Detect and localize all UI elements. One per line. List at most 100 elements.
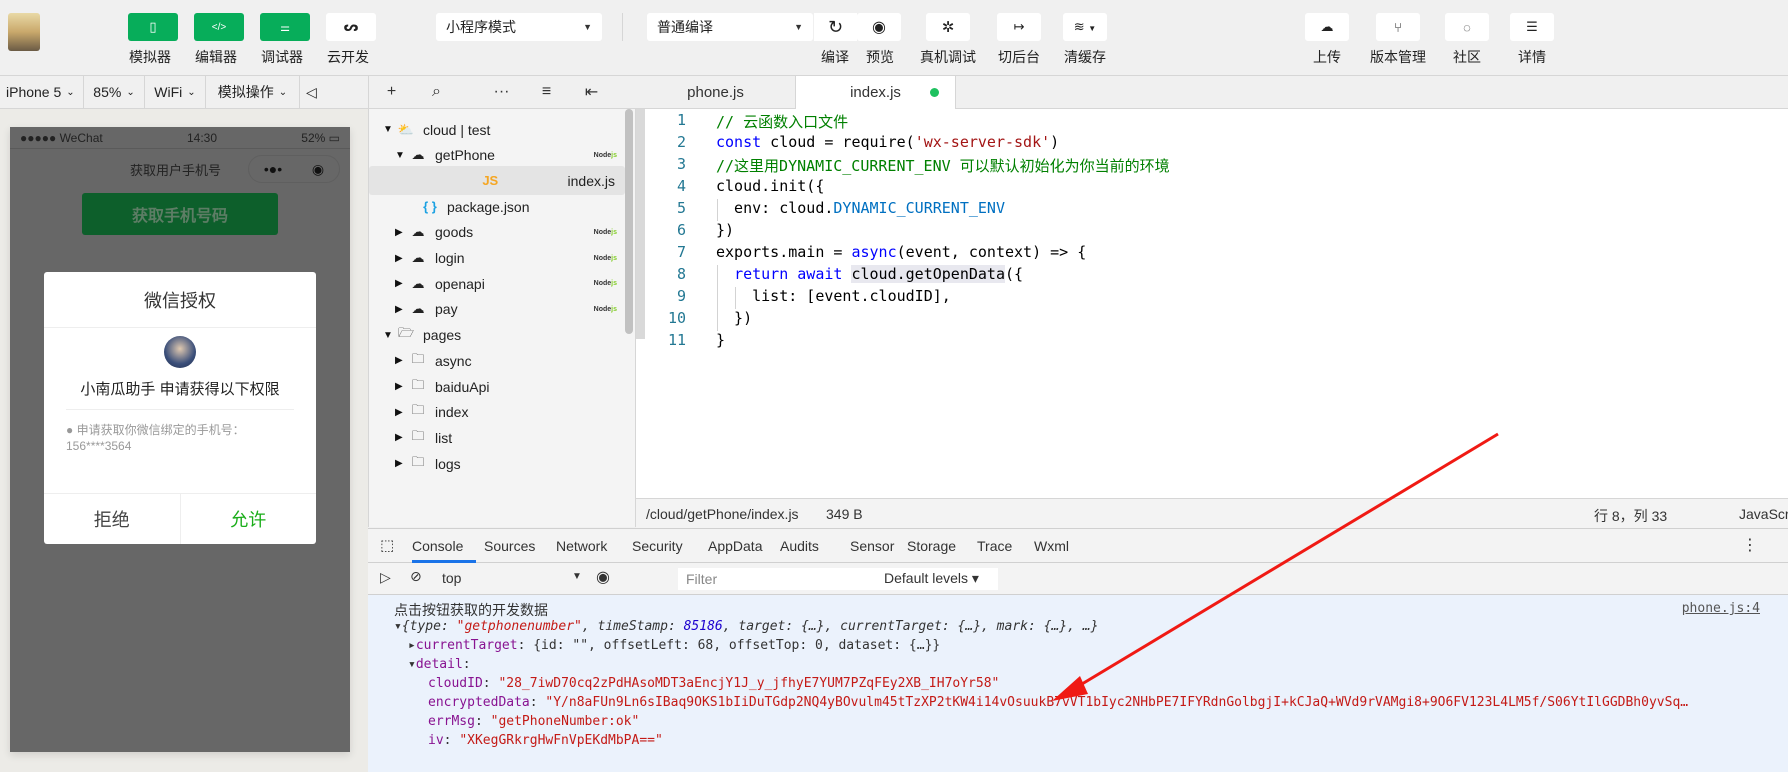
cloud-function-icon: ☁	[411, 275, 425, 291]
tree-item[interactable]: { } package.json	[369, 192, 625, 221]
detail-row[interactable]: ▾detail:	[408, 657, 471, 672]
allow-button[interactable]: 允许	[181, 494, 317, 544]
remote-debug-button[interactable]: ✲	[926, 13, 970, 41]
devtools-tab-sources[interactable]: Sources	[484, 538, 535, 554]
devtools-tab-security[interactable]: Security	[632, 538, 683, 554]
upload-button[interactable]: ☁	[1305, 13, 1349, 41]
compile-button[interactable]: ↻	[814, 13, 857, 41]
toggle-sidebar-icon[interactable]: ⇤	[569, 82, 614, 102]
simulate-ops-select[interactable]: 模拟操作 ⌄	[206, 75, 300, 109]
search-icon[interactable]: ⌕	[414, 83, 459, 101]
tree-item[interactable]: ▶ 🗀 async	[369, 346, 625, 375]
caret-right-icon[interactable]: ▶	[395, 432, 407, 443]
community-button[interactable]: ◌	[1445, 13, 1489, 41]
devtools-tab-console[interactable]: Console	[412, 538, 463, 554]
caret-right-icon[interactable]: ▶	[395, 227, 407, 238]
close-circle-icon[interactable]: ◉	[312, 161, 324, 178]
eye-icon[interactable]: ◉	[596, 567, 610, 587]
code-line[interactable]: }	[716, 331, 725, 349]
tree-item[interactable]: JS index.js	[369, 166, 625, 196]
compile-mode-select[interactable]: 普通编译 ▼	[647, 13, 813, 41]
tree-item[interactable]: ▶ ☁ pay Nodejs	[369, 295, 625, 324]
devtools-tab-appdata[interactable]: AppData	[708, 538, 762, 554]
auth-dialog: 微信授权 小南瓜助手 申请获得以下权限 ● 申请获取你微信绑定的手机号：156*…	[44, 272, 316, 544]
network-select[interactable]: WiFi ⌄	[145, 75, 206, 109]
code-line[interactable]: })	[716, 309, 752, 327]
tree-item[interactable]: ▶ ☁ goods Nodejs	[369, 218, 625, 247]
deny-button[interactable]: 拒绝	[44, 494, 181, 544]
user-avatar[interactable]	[8, 13, 40, 51]
tab-index-js[interactable]: index.js	[796, 76, 956, 109]
code-line[interactable]: })	[716, 221, 734, 239]
tree-item[interactable]: ▶ ☁ openapi Nodejs	[369, 269, 625, 298]
tree-item[interactable]: ▶ 🗀 logs	[369, 449, 625, 478]
inspect-element-icon[interactable]: ⬚	[380, 536, 394, 554]
devtools-tab-storage[interactable]: Storage	[907, 538, 956, 554]
code-line[interactable]: exports.main = async(event, context) => …	[716, 243, 1086, 261]
chat-bubble-icon: ◌	[1463, 19, 1471, 35]
tree-item[interactable]: ▼ ⛅ cloud | test	[369, 115, 625, 144]
event-object-row[interactable]: ▾{type: "getphonenumber", timeStamp: 851…	[394, 619, 1098, 634]
tree-item[interactable]: ▶ 🗀 index	[369, 398, 625, 427]
caret-right-icon[interactable]: ▶	[395, 355, 407, 366]
code-line[interactable]: return await cloud.getOpenData({	[716, 265, 1023, 283]
caret-right-icon[interactable]: ▶	[395, 304, 407, 315]
current-target-row[interactable]: ▸currentTarget: {id: "", offsetLeft: 68,…	[408, 638, 940, 653]
preview-button[interactable]: ◉	[857, 13, 901, 41]
code-line[interactable]: //这里用DYNAMIC_CURRENT_ENV 可以默认初始化为你当前的环境	[716, 155, 1170, 176]
get-phone-button[interactable]: 获取手机号码	[82, 193, 278, 235]
background-button[interactable]: ↦	[997, 13, 1041, 41]
simulator-toggle-button[interactable]: ▯	[128, 13, 178, 41]
tab-phone-js[interactable]: phone.js	[636, 76, 796, 109]
caret-right-icon[interactable]: ▶	[395, 278, 407, 289]
clear-cache-button[interactable]: ≋ ▼	[1063, 13, 1107, 41]
collapse-icon[interactable]: ≡	[524, 83, 569, 101]
caret-down-icon[interactable]: ▼	[395, 150, 407, 161]
caret-right-icon[interactable]: ▶	[395, 253, 407, 264]
add-icon[interactable]: +	[369, 83, 414, 101]
mode-select[interactable]: 小程序模式 ▼	[436, 13, 602, 41]
code-token: async	[851, 243, 897, 261]
code-line[interactable]: const cloud = require('wx-server-sdk')	[716, 133, 1059, 151]
more-icon[interactable]: •●•	[264, 161, 282, 177]
caret-right-icon[interactable]: ▶	[395, 381, 407, 392]
devtools-tab-trace[interactable]: Trace	[977, 538, 1012, 554]
tree-item[interactable]: ▶ ☁ login Nodejs	[369, 244, 625, 273]
code-line[interactable]: // 云函数入口文件	[716, 111, 848, 132]
cloud-dev-button[interactable]: ᔕ	[326, 13, 376, 41]
more-icon[interactable]: ···	[479, 83, 524, 101]
context-select[interactable]: top	[442, 570, 461, 586]
tree-item[interactable]: ▶ 🗀 list	[369, 423, 625, 452]
capsule-menu[interactable]: •●• ◉	[248, 155, 340, 183]
clear-console-icon[interactable]: ⊘	[410, 568, 422, 585]
code-line[interactable]: env: cloud.DYNAMIC_CURRENT_ENV	[716, 199, 1005, 217]
caret-down-icon[interactable]: ▼	[383, 330, 395, 341]
caret-right-icon[interactable]: ▶	[395, 458, 407, 469]
volume-button[interactable]: ◁	[300, 76, 320, 109]
details-button[interactable]: ☰	[1510, 13, 1554, 41]
debugger-toggle-button[interactable]: ⚌	[260, 13, 310, 41]
tree-item[interactable]: ▼ ☁ getPhone Nodejs	[369, 141, 625, 170]
sidebar-toggle-icon[interactable]: ▷	[380, 569, 391, 586]
source-link[interactable]: phone.js:4	[1682, 601, 1760, 616]
language-mode[interactable]: JavaScript	[1739, 506, 1788, 522]
code-line[interactable]: cloud.init({	[716, 177, 824, 195]
log-levels-select[interactable]: Default levels ▾	[884, 570, 979, 587]
caret-right-icon[interactable]: ▶	[395, 407, 407, 418]
editor-toggle-button[interactable]: </>	[194, 13, 244, 41]
device-select[interactable]: iPhone 5 ⌄	[0, 75, 84, 109]
tree-scrollbar[interactable]	[625, 109, 633, 334]
devtools-tab-wxml[interactable]: Wxml	[1034, 538, 1069, 554]
code-editor[interactable]: 1 // 云函数入口文件 2 const cloud = require('wx-se…	[636, 109, 1788, 498]
tree-item[interactable]: ▼ 🗁 pages	[369, 321, 625, 350]
tab-label: phone.js	[687, 84, 744, 101]
tree-item[interactable]: ▶ 🗀 baiduApi	[369, 372, 625, 401]
devtools-tab-network[interactable]: Network	[556, 538, 607, 554]
caret-down-icon[interactable]: ▼	[383, 124, 395, 135]
devtools-tab-audits[interactable]: Audits	[780, 538, 819, 554]
version-button[interactable]: ⑂	[1376, 13, 1420, 41]
zoom-select[interactable]: 85% ⌄	[84, 75, 145, 109]
code-line[interactable]: list: [event.cloudID],	[716, 287, 951, 305]
devtools-tab-sensor[interactable]: Sensor	[850, 538, 894, 554]
kebab-menu-icon[interactable]: ⋮	[1742, 535, 1758, 555]
